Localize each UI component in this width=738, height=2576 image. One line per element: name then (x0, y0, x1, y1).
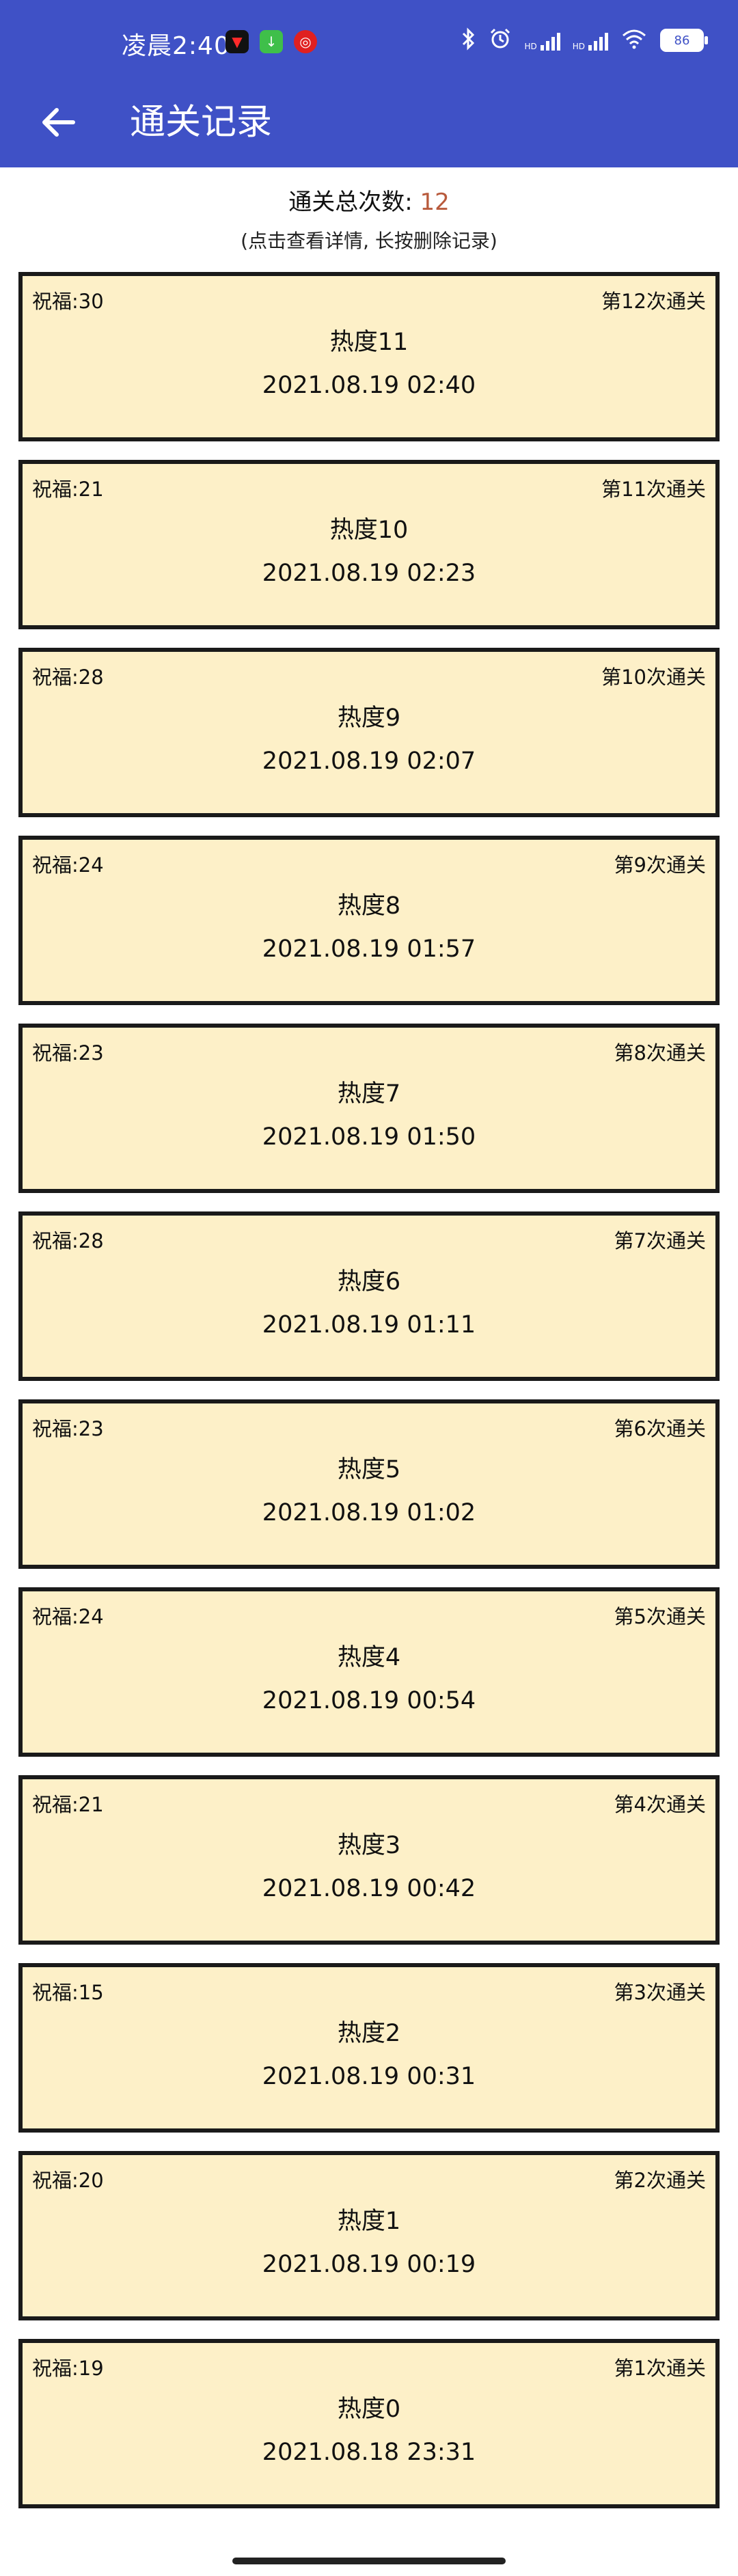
record-order: 第12次通关 (601, 290, 706, 313)
record-heat: 热度7 (337, 1080, 401, 1108)
status-right-icons: HD HD 86 (461, 27, 708, 53)
record-time: 2021.08.19 01:50 (262, 1123, 476, 1151)
record-card[interactable]: 祝福:30 第12次通关 热度11 2021.08.19 02:40 (18, 272, 720, 441)
total-count: 通关总次数: 12 (0, 183, 738, 217)
record-bless: 祝福:28 (32, 666, 104, 689)
record-time: 2021.08.19 01:57 (262, 935, 476, 963)
record-time: 2021.08.19 00:31 (262, 2063, 476, 2090)
video-app-icon: ▼ (226, 30, 249, 53)
record-card[interactable]: 祝福:15 第3次通关 热度2 2021.08.19 00:31 (18, 1963, 720, 2133)
hd-label-2: HD (572, 42, 585, 51)
record-list: 祝福:30 第12次通关 热度11 2021.08.19 02:40 祝福:21… (18, 272, 720, 2527)
total-count-value: 12 (420, 189, 450, 216)
record-time: 2021.08.19 00:19 (262, 2251, 476, 2278)
record-bless: 祝福:20 (32, 2169, 104, 2192)
summary: 通关总次数: 12 (点击查看详情, 长按删除记录) (0, 183, 738, 254)
record-heat: 热度4 (337, 1644, 401, 1671)
download-icon: ↓ (260, 30, 283, 53)
battery-icon: 86 (660, 29, 708, 52)
record-card[interactable]: 祝福:24 第9次通关 热度8 2021.08.19 01:57 (18, 836, 720, 1005)
record-order: 第10次通关 (601, 666, 706, 689)
record-time: 2021.08.19 00:42 (262, 1875, 476, 1902)
wifi-icon (620, 29, 648, 52)
record-heat: 热度6 (337, 1268, 401, 1296)
record-order: 第7次通关 (614, 1229, 706, 1252)
record-bless: 祝福:21 (32, 1793, 104, 1816)
record-card[interactable]: 祝福:20 第2次通关 热度1 2021.08.19 00:19 (18, 2151, 720, 2320)
record-bless: 祝福:23 (32, 1041, 104, 1065)
bluetooth-icon (461, 27, 476, 53)
record-order: 第5次通关 (614, 1605, 706, 1628)
record-card[interactable]: 祝福:28 第7次通关 热度6 2021.08.19 01:11 (18, 1211, 720, 1381)
record-card[interactable]: 祝福:28 第10次通关 热度9 2021.08.19 02:07 (18, 648, 720, 817)
record-order: 第3次通关 (614, 1981, 706, 2004)
target-app-icon: ◎ (294, 30, 317, 53)
record-time: 2021.08.19 02:23 (262, 560, 476, 587)
alarm-icon (489, 27, 512, 53)
record-order: 第1次通关 (614, 2357, 706, 2380)
back-button[interactable] (31, 96, 85, 149)
record-heat: 热度0 (337, 2396, 401, 2423)
record-heat: 热度9 (337, 704, 401, 732)
record-card[interactable]: 祝福:23 第8次通关 热度7 2021.08.19 01:50 (18, 1024, 720, 1193)
battery-level: 86 (674, 33, 690, 48)
record-card[interactable]: 祝福:21 第11次通关 热度10 2021.08.19 02:23 (18, 460, 720, 629)
record-heat: 热度11 (329, 329, 409, 356)
record-order: 第2次通关 (614, 2169, 706, 2192)
record-heat: 热度8 (337, 892, 401, 920)
record-order: 第9次通关 (614, 853, 706, 877)
arrow-left-icon (42, 108, 75, 137)
status-app-icons: ▼ ↓ ◎ (226, 30, 317, 53)
status-time: 凌晨2:40 (122, 32, 230, 60)
record-bless: 祝福:19 (32, 2357, 104, 2380)
record-heat: 热度10 (329, 517, 409, 544)
record-bless: 祝福:15 (32, 1981, 104, 2004)
record-time: 2021.08.19 02:07 (262, 748, 476, 775)
usage-hint: (点击查看详情, 长按删除记录) (241, 230, 497, 252)
record-order: 第8次通关 (614, 1041, 706, 1065)
record-bless: 祝福:24 (32, 853, 104, 877)
record-time: 2021.08.19 02:40 (262, 372, 476, 399)
status-bar: 凌晨2:40 ▼ ↓ ◎ HD HD 86 (0, 0, 738, 75)
record-time: 2021.08.19 00:54 (262, 1687, 476, 1714)
record-bless: 祝福:28 (32, 1229, 104, 1252)
page-title: 通关记录 (130, 102, 273, 143)
record-order: 第4次通关 (614, 1793, 706, 1816)
record-order: 第11次通关 (601, 478, 706, 501)
home-indicator[interactable] (232, 2558, 506, 2564)
record-time: 2021.08.18 23:31 (262, 2439, 476, 2466)
app-bar: 通关记录 (0, 75, 738, 167)
record-bless: 祝福:30 (32, 290, 104, 313)
signal-icon: HD (524, 30, 560, 51)
record-card[interactable]: 祝福:21 第4次通关 热度3 2021.08.19 00:42 (18, 1775, 720, 1945)
record-heat: 热度3 (337, 1832, 401, 1859)
signal-icon-2: HD (573, 30, 608, 51)
total-count-label: 通关总次数: (288, 189, 420, 216)
record-heat: 热度5 (337, 1456, 401, 1483)
record-bless: 祝福:21 (32, 478, 104, 501)
record-bless: 祝福:24 (32, 1605, 104, 1628)
top-bar: 凌晨2:40 ▼ ↓ ◎ HD HD 86 通关记录 (0, 0, 738, 167)
record-card[interactable]: 祝福:24 第5次通关 热度4 2021.08.19 00:54 (18, 1587, 720, 1757)
record-time: 2021.08.19 01:02 (262, 1499, 476, 1526)
record-time: 2021.08.19 01:11 (262, 1311, 476, 1339)
record-card[interactable]: 祝福:23 第6次通关 热度5 2021.08.19 01:02 (18, 1399, 720, 1569)
record-heat: 热度1 (337, 2208, 401, 2235)
record-card[interactable]: 祝福:19 第1次通关 热度0 2021.08.18 23:31 (18, 2339, 720, 2508)
hd-label: HD (524, 42, 537, 51)
record-heat: 热度2 (337, 2020, 401, 2047)
record-bless: 祝福:23 (32, 1417, 104, 1440)
record-order: 第6次通关 (614, 1417, 706, 1440)
